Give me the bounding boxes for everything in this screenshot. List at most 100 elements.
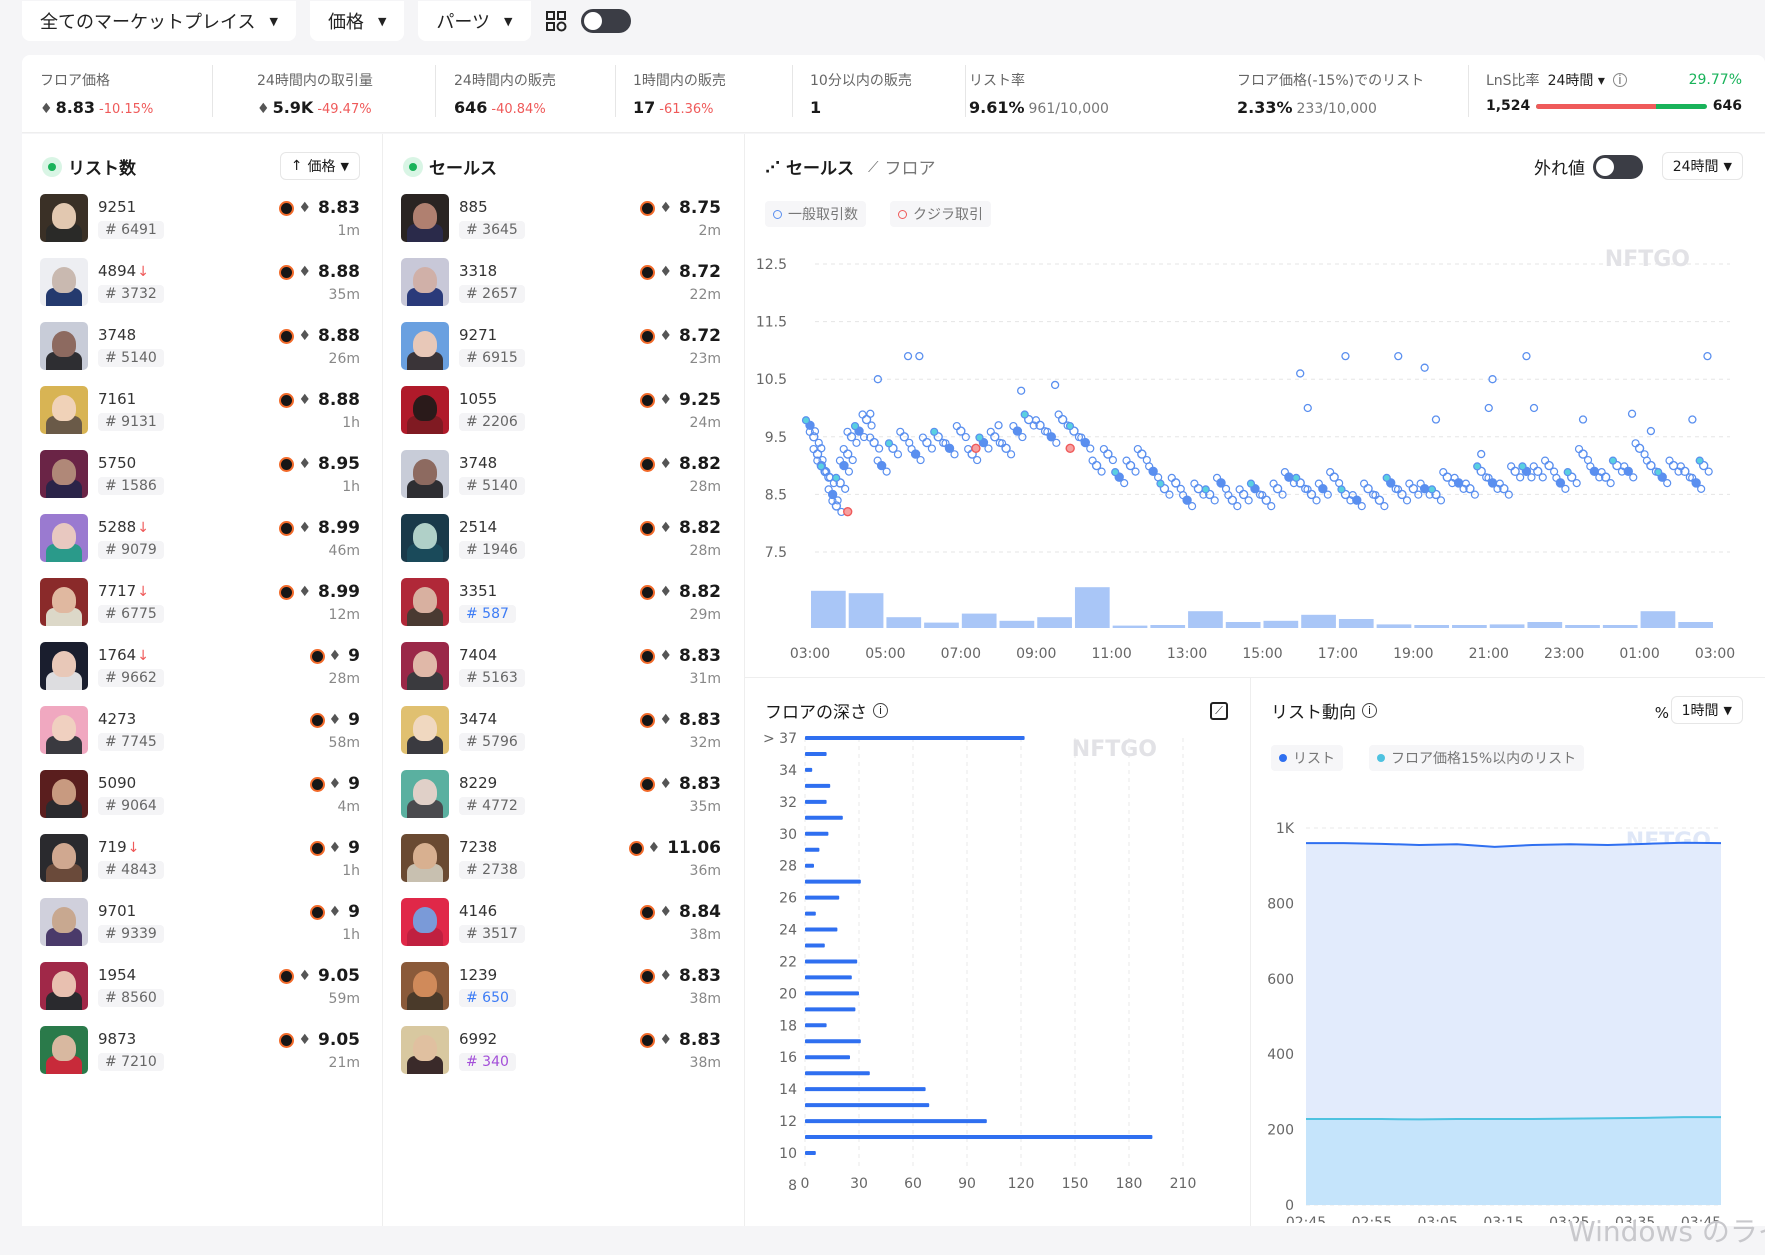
- item-time: 21m: [328, 1055, 360, 1071]
- list-item[interactable]: 885 # 3645 ♦ 8.75 2m: [401, 190, 721, 246]
- marketplace-filter[interactable]: 全てのマーケットプレイス ▼: [22, 1, 296, 41]
- item-price: ♦ 8.83: [640, 774, 721, 794]
- item-time: 2m: [698, 223, 721, 239]
- list-item[interactable]: 5090 # 9064 ♦ 9 4m: [40, 766, 360, 822]
- list-item[interactable]: 3474 # 5796 ♦ 8.83 32m: [401, 702, 721, 758]
- item-name: 9873: [98, 1030, 137, 1048]
- info-icon[interactable]: i: [1612, 73, 1627, 87]
- list-item[interactable]: 5288↓ # 9079 ♦ 8.99 46m: [40, 510, 360, 566]
- trend-title: リスト動向: [1271, 703, 1356, 723]
- list-item[interactable]: 5750 # 1586 ♦ 8.95 1h: [40, 446, 360, 502]
- y-tick-label: 10: [779, 1146, 797, 1162]
- sale-point: [852, 438, 861, 447]
- list-item[interactable]: 1239 # 650 ♦ 8.83 38m: [401, 958, 721, 1014]
- trend-period-select[interactable]: 1時間 ▼: [1670, 696, 1743, 724]
- volume-bar: [1489, 624, 1525, 628]
- token-id: # 9131: [98, 413, 164, 431]
- list-item[interactable]: 3748 # 5140 ♦ 8.82 28m: [401, 446, 721, 502]
- list-item[interactable]: 3748 # 5140 ♦ 8.88 26m: [40, 318, 360, 374]
- legend-floor15[interactable]: フロア価格15%以内のリスト: [1369, 745, 1585, 771]
- item-name: 885: [459, 198, 488, 216]
- legend-list[interactable]: リスト: [1271, 745, 1343, 771]
- list-item[interactable]: 4894↓ # 3732 ♦ 8.88 35m: [40, 254, 360, 310]
- list-item[interactable]: 7404 # 5163 ♦ 8.83 31m: [401, 638, 721, 694]
- caret-down-icon: ▼: [504, 14, 513, 28]
- edit-icon[interactable]: ⟋: [1210, 702, 1228, 720]
- sale-point: [1552, 473, 1561, 482]
- list-item[interactable]: 2514 # 1946 ♦ 8.82 28m: [401, 510, 721, 566]
- depth-bar: [805, 1055, 850, 1060]
- token-id: # 340: [459, 1053, 516, 1071]
- nft-avatar: [401, 770, 449, 818]
- legend-whale[interactable]: クジラ取引: [890, 201, 991, 227]
- sale-point: [1050, 380, 1060, 390]
- stat-sales10m: 10分以内の販売 1: [810, 73, 912, 117]
- live-dot-icon: [42, 156, 62, 177]
- list-item[interactable]: 7161 # 9131 ♦ 8.88 1h: [40, 382, 360, 438]
- filter-settings-icon[interactable]: [545, 10, 567, 32]
- item-price: ♦ 9: [309, 710, 360, 730]
- sale-point: [1312, 496, 1321, 505]
- marketplace-icon: [279, 264, 295, 280]
- caret-down-icon: ▼: [1723, 703, 1732, 717]
- filter-toggle[interactable]: [580, 9, 631, 33]
- lns-period-select[interactable]: 24時間 ▾: [1548, 70, 1605, 90]
- sale-point: [1703, 352, 1712, 361]
- list-item[interactable]: 4273 # 7745 ♦ 9 58m: [40, 702, 360, 758]
- list-item[interactable]: 3351 # 587 ♦ 8.82 29m: [401, 574, 721, 630]
- volume-bar: [1225, 622, 1261, 628]
- list-item[interactable]: 8229 # 4772 ♦ 8.83 35m: [401, 766, 721, 822]
- marketplace-icon: [640, 264, 656, 280]
- y-tick-label: 600: [1267, 972, 1294, 988]
- item-name: 5090: [98, 774, 137, 792]
- list-item[interactable]: 7717↓ # 6775 ♦ 8.99 12m: [40, 574, 360, 630]
- info-icon[interactable]: i: [1362, 703, 1377, 718]
- list-item[interactable]: 6992 # 340 ♦ 8.83 38m: [401, 1022, 721, 1078]
- stat-floor15: フロア価格(-15%)でのリスト 2.33% 233/10,000: [1237, 73, 1425, 117]
- sale-point: [1704, 467, 1713, 476]
- list-item[interactable]: 719↓ # 4843 ♦ 9 1h: [40, 830, 360, 886]
- outlier-toggle[interactable]: [1593, 154, 1643, 179]
- caret-down-icon: ▼: [1723, 159, 1732, 173]
- scatter-period-select[interactable]: 24時間 ▼: [1661, 152, 1743, 180]
- stat-listrate: リスト率 9.61% 961/10,000: [969, 73, 1109, 117]
- item-time: 59m: [328, 991, 360, 1007]
- x-tick-label: 13:00: [1167, 646, 1207, 662]
- volume-bar: [848, 593, 884, 628]
- list-item[interactable]: 1954 # 8560 ♦ 9.05 59m: [40, 958, 360, 1014]
- x-tick-label: 120: [1008, 1176, 1035, 1192]
- list-item[interactable]: 9271 # 6915 ♦ 8.72 23m: [401, 318, 721, 374]
- list-item[interactable]: 9251 # 6491 ♦ 8.83 1m: [40, 190, 360, 246]
- nft-avatar: [40, 322, 88, 370]
- list-item[interactable]: 3318 # 2657 ♦ 8.72 22m: [401, 254, 721, 310]
- list-item[interactable]: 4146 # 3517 ♦ 8.84 38m: [401, 894, 721, 950]
- list-item[interactable]: 1055 # 2206 ♦ 9.25 24m: [401, 382, 721, 438]
- caret-down-icon: ▼: [377, 14, 387, 28]
- legend-normal[interactable]: 一般取引数: [765, 201, 866, 227]
- info-icon[interactable]: i: [873, 703, 888, 718]
- list-item[interactable]: 1764↓ # 9662 ♦ 9 28m: [40, 638, 360, 694]
- tab-floor[interactable]: ⟋ フロア: [868, 154, 936, 180]
- percent-toggle[interactable]: %: [1655, 704, 1669, 722]
- sale-point: [1574, 444, 1584, 454]
- item-time: 26m: [328, 351, 360, 367]
- eth-icon: ♦: [328, 648, 342, 664]
- list-item[interactable]: 9701 # 9339 ♦ 9 1h: [40, 894, 360, 950]
- list-item[interactable]: 9873 # 7210 ♦ 9.05 21m: [40, 1022, 360, 1078]
- parts-filter[interactable]: パーツ ▼: [418, 1, 531, 41]
- sale-point: [1629, 473, 1638, 482]
- nft-avatar: [40, 194, 88, 242]
- list-item[interactable]: 7238 # 2738 ♦ 11.06 36m: [401, 830, 721, 886]
- item-price: ♦ 8.88: [279, 326, 360, 346]
- token-id: # 9662: [98, 669, 164, 687]
- sale-point: [994, 421, 1003, 430]
- tab-sales[interactable]: ⋰ セールス: [765, 154, 854, 180]
- item-price: ♦ 11.06: [628, 838, 721, 858]
- sale-point: [1627, 409, 1637, 418]
- sort-price-button[interactable]: ↑ 価格 ▼: [279, 152, 360, 180]
- whale-point: [971, 443, 981, 454]
- item-name: 4273: [98, 710, 137, 728]
- sale-point: [1235, 485, 1244, 494]
- price-filter[interactable]: 価格 ▼: [309, 1, 405, 41]
- depth-bar: [805, 943, 825, 948]
